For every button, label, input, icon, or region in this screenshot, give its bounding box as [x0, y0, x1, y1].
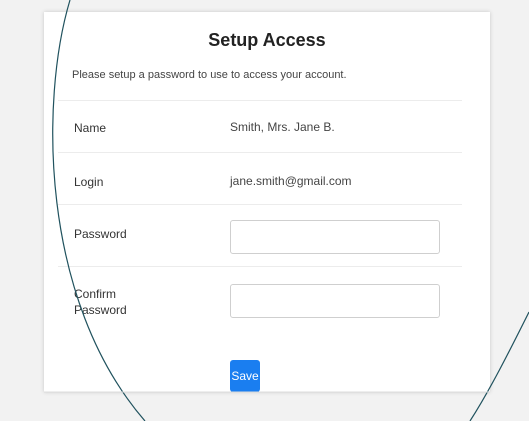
confirm-password-label-line2: Password [74, 303, 127, 317]
password-input[interactable] [230, 220, 440, 254]
divider [58, 204, 462, 205]
divider [58, 152, 462, 153]
name-value: Smith, Mrs. Jane B. [230, 120, 335, 134]
login-label: Login [74, 175, 104, 189]
login-value: jane.smith@gmail.com [230, 174, 352, 188]
divider [58, 100, 462, 101]
divider [58, 266, 462, 267]
save-button[interactable]: Save [230, 360, 260, 392]
confirm-password-label-line1: Confirm [74, 287, 117, 301]
form-description: Please setup a password to use to access… [72, 69, 347, 81]
name-label: Name [74, 121, 107, 135]
setup-access-card: Setup Access Please setup a password to … [44, 12, 490, 392]
password-label: Password [74, 227, 127, 241]
page-title: Setup Access [208, 30, 326, 50]
confirm-password-label: Confirm Password [74, 286, 127, 318]
confirm-password-input[interactable] [230, 284, 440, 318]
